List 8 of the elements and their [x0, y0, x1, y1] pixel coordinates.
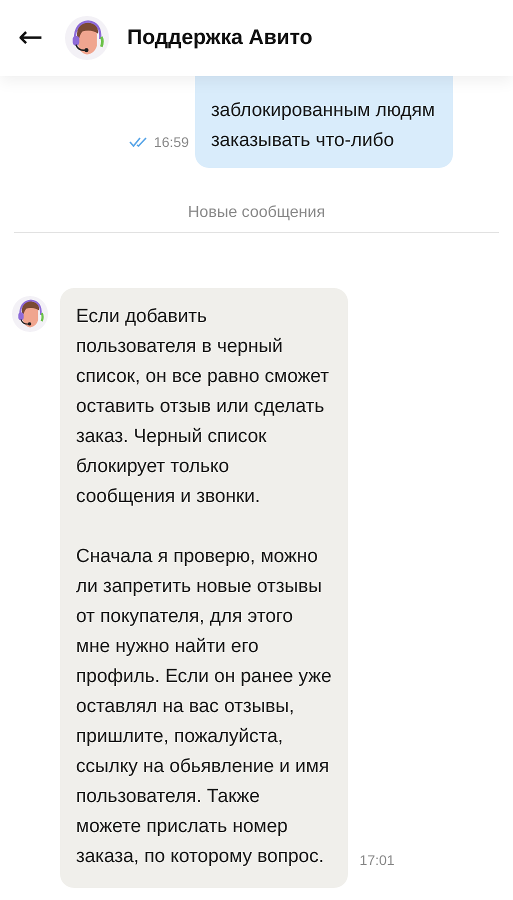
- chat-title: Поддержка Авито: [127, 26, 312, 50]
- support-avatar-icon: [65, 16, 110, 60]
- support-avatar-icon: [12, 296, 48, 332]
- back-button[interactable]: ←: [14, 23, 48, 53]
- message-time: 16:59: [154, 134, 189, 150]
- message-time: 17:01: [360, 852, 395, 868]
- new-messages-label: Новые сообщения: [188, 204, 326, 222]
- message-bubble: Если добавить пользователя в черный список, он все равно сможет оставить отзыв или сделать заказ. Черный список блокирует только сообщения и звонки. Сначала я проверю, можно ли запретить новые отзывы от покупателя, для этого мне нужно найти его профиль. Если он ранее уже оставлял на вас отзывы, пришлите, пожалуйста, ссылку на обьявление и имя пользователя. Также можете прислать номер заказа, по которому вопрос.: [60, 288, 348, 888]
